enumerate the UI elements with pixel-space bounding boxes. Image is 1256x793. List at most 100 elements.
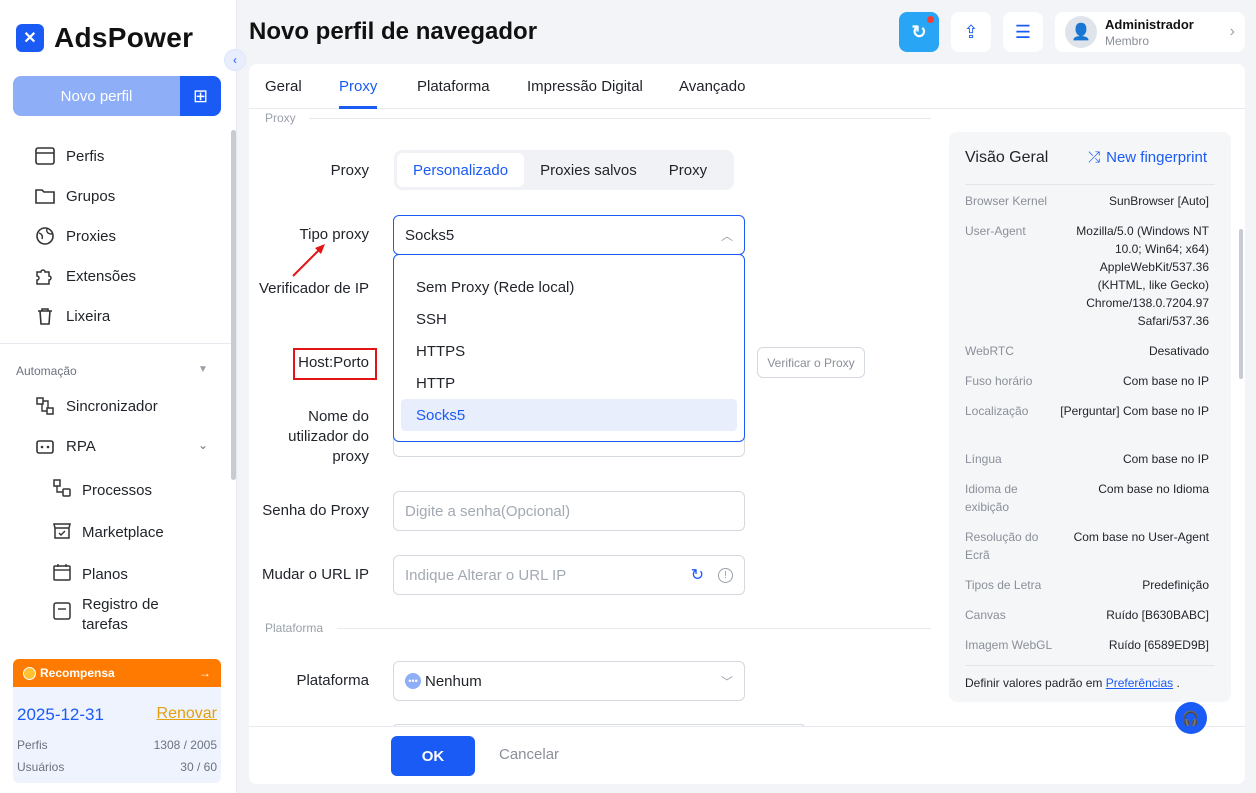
sidebar-item-extensoes[interactable]: Extensões	[34, 264, 136, 288]
page-title: Novo perfil de navegador	[249, 18, 538, 45]
ov-key: Imagem WebGL	[965, 638, 1053, 652]
cancel-button[interactable]: Cancelar	[499, 746, 559, 763]
user-name: Administrador	[1105, 16, 1194, 32]
ov-value: Desativado	[1148, 344, 1209, 358]
ov-value: SunBrowser [Auto]	[1108, 194, 1209, 208]
reward-banner[interactable]: Recompensa →	[13, 659, 221, 687]
new-fingerprint-label: New fingerprint	[1106, 149, 1207, 166]
sidebar-item-label: RPA	[66, 437, 96, 455]
section-automation: Automação	[16, 364, 77, 378]
platform-select[interactable]: ••• Nenhum ﹀	[393, 661, 745, 701]
add-profile-icon[interactable]: ⊞	[180, 76, 221, 116]
ov-key: Tipos de Letra	[965, 578, 1042, 592]
proxy-mode-selector: Personalizado Proxies salvos Proxy	[394, 150, 734, 190]
chevron-down-icon[interactable]: ▼	[198, 364, 208, 375]
sidebar-item-perfis[interactable]: Perfis	[34, 144, 104, 168]
ov-key: Resolução do Ecrã	[965, 530, 1039, 562]
tab-bar: Geral Proxy Plataforma Impressão Digital…	[249, 64, 1245, 109]
option-ssh[interactable]: SSH	[401, 303, 737, 335]
new-profile-label[interactable]: Novo perfil	[13, 76, 180, 116]
overview-scrollbar[interactable]	[1239, 229, 1243, 379]
section-platform-label: Plataforma	[265, 621, 324, 635]
support-button[interactable]: 🎧	[1175, 702, 1207, 734]
users-usage: Usuários 30 / 60	[17, 760, 217, 774]
ov-value: Predefinição	[1142, 578, 1209, 592]
tab-impressao-digital[interactable]: Impressão Digital	[527, 78, 643, 95]
sidebar-item-label: Proxies	[66, 227, 117, 245]
proxy-password-input[interactable]: Digite a senha(Opcional)	[393, 491, 745, 531]
upload-button[interactable]: ⇪	[951, 12, 991, 52]
tab-plataforma[interactable]: Plataforma	[417, 78, 490, 95]
sidebar-item-registro[interactable]: Registro de tarefas	[52, 595, 182, 635]
ov-key: Browser Kernel	[965, 194, 1048, 208]
store-icon	[52, 520, 72, 544]
renew-link[interactable]: Renovar	[157, 705, 217, 723]
robot-icon	[34, 435, 56, 457]
profile-form-panel: Geral Proxy Plataforma Impressão Digital…	[249, 64, 1245, 784]
ov-value: Mozilla/5.0 (Windows NT 10.0; Win64; x64…	[1076, 224, 1209, 328]
users-usage-label: Usuários	[17, 760, 65, 774]
expiry-date: 2025-12-31	[17, 705, 104, 724]
sidebar-item-lixeira[interactable]: Lixeira	[34, 304, 110, 328]
change-ip-url-input[interactable]: Indique Alterar o URL IP ↻ !	[393, 555, 745, 595]
notification-dot	[927, 16, 934, 23]
sidebar-item-proxies[interactable]: Proxies	[34, 224, 116, 248]
overview-panel: Visão Geral ⤮ New fingerprint Browser Ke…	[949, 132, 1231, 702]
proxy-mode-proxy[interactable]: Proxy	[653, 153, 723, 187]
collapse-sidebar-button[interactable]: ‹	[224, 49, 246, 71]
proxy-password-label: Senha do Proxy	[262, 502, 369, 519]
puzzle-icon	[34, 265, 56, 287]
sidebar-item-rpa[interactable]: RPA	[34, 434, 96, 458]
sidebar-item-label: Sincronizador	[66, 397, 158, 415]
sidebar: ✕ AdsPower Novo perfil ⊞ Perfis Grupos P…	[0, 0, 237, 793]
new-fingerprint-button[interactable]: ⤮ New fingerprint	[1088, 149, 1207, 166]
sidebar-item-marketplace[interactable]: Marketplace	[52, 520, 164, 544]
user-menu[interactable]: 👤 Administrador Membro ›	[1055, 12, 1245, 52]
ov-key: Língua	[965, 452, 1002, 466]
sidebar-item-label: Processos	[82, 481, 153, 499]
option-socks5[interactable]: Socks5	[401, 399, 737, 431]
option-http[interactable]: HTTP	[401, 367, 737, 399]
info-icon[interactable]: !	[718, 567, 733, 583]
chevron-right-icon: ›	[1229, 23, 1235, 40]
user-role: Membro	[1105, 33, 1150, 48]
section-proxy-label: Proxy	[265, 111, 296, 125]
globe-icon	[34, 225, 56, 247]
preferences-link[interactable]: Preferências	[1106, 676, 1173, 690]
sidebar-item-sincronizador[interactable]: Sincronizador	[34, 394, 158, 418]
list-icon: ☰	[1014, 21, 1032, 42]
sync-app-button[interactable]: ↻	[899, 12, 939, 52]
sidebar-scrollbar[interactable]	[231, 130, 236, 480]
tab-avancado[interactable]: Avançado	[679, 78, 745, 95]
ok-button[interactable]: OK	[391, 736, 475, 776]
proxy-type-select[interactable]: Socks5 ︿	[393, 215, 745, 255]
tab-geral[interactable]: Geral	[265, 78, 302, 95]
section-divider	[309, 118, 931, 119]
proxy-mode-personalizado[interactable]: Personalizado	[397, 153, 525, 187]
active-tab-indicator	[339, 106, 377, 109]
window-icon	[34, 145, 56, 167]
option-https[interactable]: HTTPS	[401, 335, 737, 367]
change-ip-url-placeholder: Indique Alterar o URL IP	[405, 566, 567, 584]
refresh-icon[interactable]: ↻	[691, 565, 704, 585]
process-icon	[52, 478, 72, 502]
task-list-button[interactable]: ☰	[1003, 12, 1043, 52]
change-ip-url-label: Mudar o URL IP	[262, 566, 369, 583]
ov-key: WebRTC	[965, 344, 1014, 358]
sidebar-item-processos[interactable]: Processos	[52, 478, 152, 502]
ov-key: Fuso horário	[965, 374, 1033, 388]
option-sem-proxy[interactable]: Sem Proxy (Rede local)	[401, 271, 737, 303]
annotation-arrow	[292, 244, 325, 277]
coin-icon	[23, 666, 36, 680]
chevron-down-icon[interactable]: ⌄	[198, 438, 208, 452]
verify-proxy-button[interactable]: Verificar o Proxy	[757, 347, 865, 378]
refresh-badge-icon: ↻	[911, 21, 927, 42]
chevron-down-icon: ﹀	[720, 674, 733, 689]
tab-proxy[interactable]: Proxy	[339, 78, 377, 95]
proxy-mode-salvos[interactable]: Proxies salvos	[524, 153, 653, 187]
sidebar-item-planos[interactable]: Planos	[52, 562, 128, 586]
ov-value: Com base no User-Agent	[1073, 530, 1209, 544]
new-profile-button[interactable]: Novo perfil ⊞	[13, 76, 221, 116]
sidebar-item-grupos[interactable]: Grupos	[34, 184, 115, 208]
folder-icon	[34, 185, 56, 207]
